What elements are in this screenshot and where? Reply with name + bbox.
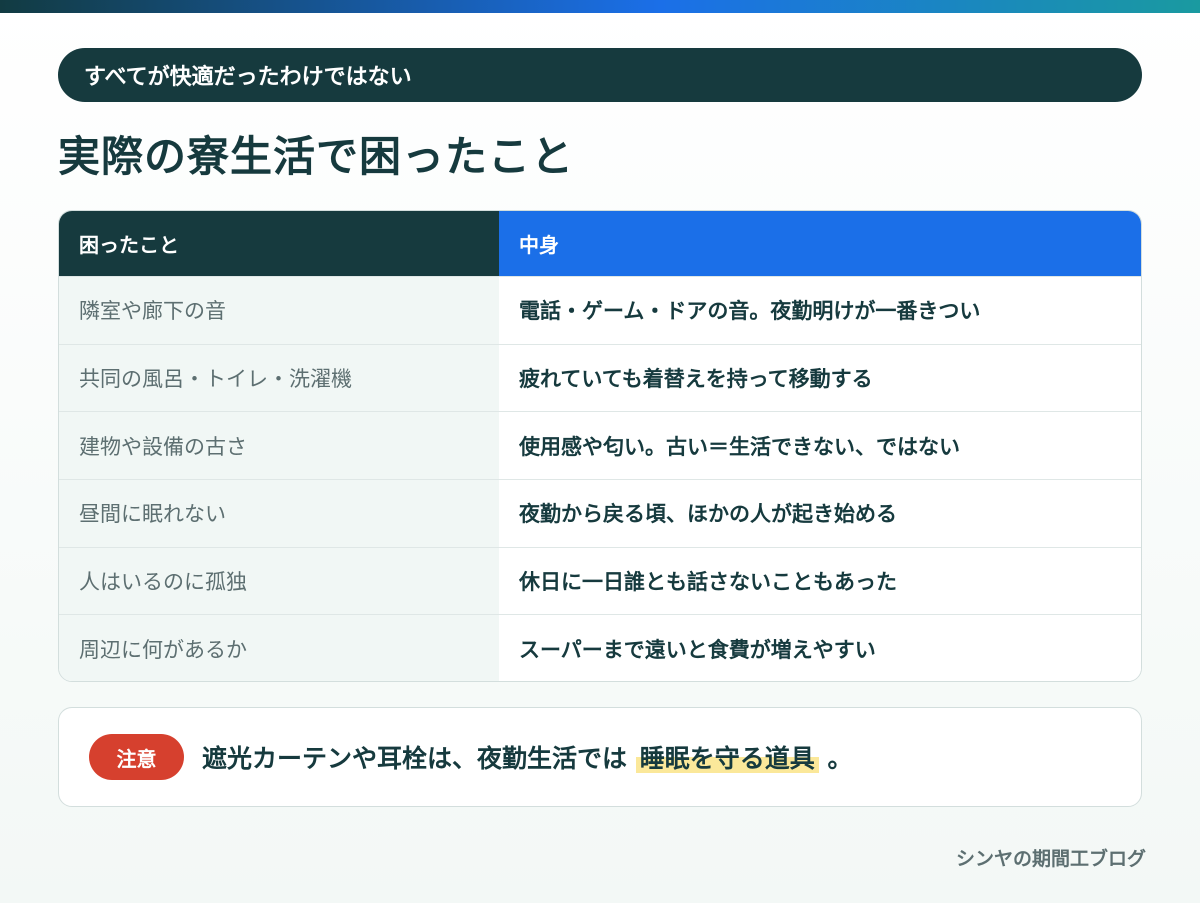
table-row: 建物や設備の古さ 使用感や匂い。古い＝生活できない、ではない (59, 411, 1141, 480)
table-cell-problem: 建物や設備の古さ (59, 412, 499, 480)
table-cell-problem: 昼間に眠れない (59, 480, 499, 547)
table-header: 困ったこと 中身 (59, 211, 1141, 276)
table-row: 人はいるのに孤独 休日に一日誰とも話さないこともあった (59, 546, 1141, 615)
pill-text: すべてが快適だったわけではない (84, 65, 412, 90)
caution-highlight: 睡眠を守る道具 (635, 744, 819, 773)
table-cell-detail: 休日に一日誰とも話さないこともあった (499, 547, 1141, 615)
table-cell-problem: 隣室や廊下の音 (59, 277, 499, 344)
problems-table: 困ったこと 中身 隣室や廊下の音 電話・ゲーム・ドアの音。夜勤明けが一番きつい … (58, 210, 1142, 682)
table-cell-problem: 人はいるのに孤独 (59, 547, 499, 615)
page-title: 実際の寮生活で困ったこと (58, 132, 575, 181)
table-cell-detail: スーパーまで遠いと食費が増えやすい (499, 615, 1141, 681)
table-cell-detail: 使用感や匂い。古い＝生活できない、ではない (499, 412, 1141, 480)
caution-text-before: 遮光カーテンや耳栓は、夜勤生活では (202, 744, 628, 773)
table-row: 隣室や廊下の音 電話・ゲーム・ドアの音。夜勤明けが一番きつい (59, 276, 1141, 344)
table-cell-detail: 疲れていても着替えを持って移動する (499, 344, 1141, 412)
footer-brand: シンヤの期間工ブログ (955, 848, 1146, 870)
top-accent-bar (0, 0, 1200, 13)
caution-note: 注意 遮光カーテンや耳栓は、夜勤生活では 睡眠を守る道具 。 (58, 707, 1142, 807)
section-pill: すべてが快適だったわけではない (58, 48, 1142, 102)
caution-badge: 注意 (89, 734, 184, 780)
caution-text: 遮光カーテンや耳栓は、夜勤生活では 睡眠を守る道具 。 (202, 739, 852, 775)
column-header-detail: 中身 (499, 211, 1141, 276)
caution-text-after: 。 (827, 744, 853, 773)
table-row: 共同の風呂・トイレ・洗濯機 疲れていても着替えを持って移動する (59, 343, 1141, 412)
table-cell-detail: 夜勤から戻る頃、ほかの人が起き始める (499, 480, 1141, 547)
table-cell-problem: 周辺に何があるか (59, 615, 499, 681)
table-cell-problem: 共同の風呂・トイレ・洗濯機 (59, 344, 499, 412)
column-header-problem: 困ったこと (59, 211, 499, 276)
table-row: 周辺に何があるか スーパーまで遠いと食費が増えやすい (59, 614, 1141, 681)
table-row: 昼間に眠れない 夜勤から戻る頃、ほかの人が起き始める (59, 479, 1141, 547)
table-cell-detail: 電話・ゲーム・ドアの音。夜勤明けが一番きつい (499, 277, 1141, 344)
